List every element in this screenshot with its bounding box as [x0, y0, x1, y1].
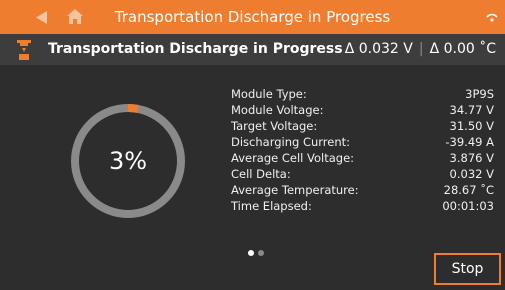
header-title: Transportation Discharge in Progress	[48, 41, 343, 57]
detail-label: Target Voltage:	[231, 119, 318, 133]
detail-row: Time Elapsed: 00:01:03	[231, 198, 494, 214]
detail-label: Average Temperature:	[231, 183, 359, 197]
detail-label: Average Cell Voltage:	[231, 151, 355, 165]
header-deltas: Δ 0.032 V | Δ 0.00 ˚C	[345, 34, 496, 65]
discharge-icon	[17, 40, 31, 60]
detail-row: Target Voltage: 31.50 V	[231, 118, 494, 134]
detail-row: Average Cell Voltage: 3.876 V	[231, 150, 494, 166]
detail-label: Discharging Current:	[231, 135, 351, 149]
top-bar: Transportation Discharge in Progress	[0, 0, 505, 34]
detail-value: 34.77 V	[449, 103, 494, 117]
top-bar-title: Transportation Discharge in Progress	[114, 8, 391, 26]
discharge-screen: Transportation Discharge in Progress Tra…	[0, 0, 505, 290]
detail-value: 00:01:03	[442, 199, 494, 213]
detail-label: Module Voltage:	[231, 103, 324, 117]
detail-row: Module Type: 3P9S	[231, 86, 494, 102]
detail-row: Discharging Current: -39.49 A	[231, 134, 494, 150]
progress-percent-label: 3%	[108, 147, 148, 175]
detail-label: Time Elapsed:	[231, 199, 312, 213]
wifi-icon	[486, 13, 498, 22]
detail-value: 0.032 V	[449, 167, 494, 181]
detail-value: 28.67 ˚C	[443, 183, 494, 197]
detail-value: -39.49 A	[445, 135, 494, 149]
status-header: Transportation Discharge in Progress Δ 0…	[0, 34, 505, 65]
detail-row: Module Voltage: 34.77 V	[231, 102, 494, 118]
detail-value: 31.50 V	[449, 119, 494, 133]
page-dot-active[interactable]	[248, 250, 254, 256]
temperature-delta: Δ 0.00 ˚C	[429, 41, 496, 57]
voltage-delta: Δ 0.032 V	[344, 41, 413, 57]
details-list: Module Type: 3P9S Module Voltage: 34.77 V Ta…	[231, 86, 494, 214]
header-separator: |	[418, 41, 424, 57]
detail-label: Cell Delta:	[231, 167, 291, 181]
detail-value: 3.876 V	[449, 151, 494, 165]
page-dot[interactable]	[258, 250, 264, 256]
stop-button[interactable]: Stop	[434, 253, 501, 285]
detail-row: Cell Delta: 0.032 V	[231, 166, 494, 182]
detail-row: Average Temperature: 28.67 ˚C	[231, 182, 494, 198]
detail-label: Module Type:	[231, 87, 307, 101]
detail-value: 3P9S	[465, 87, 494, 101]
